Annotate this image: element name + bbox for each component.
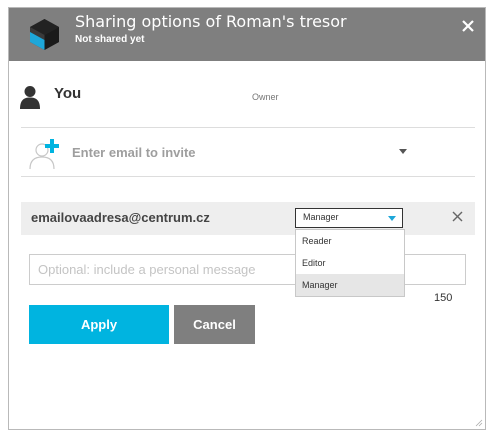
- close-icon[interactable]: [461, 19, 475, 33]
- divider: [21, 176, 475, 177]
- invite-email-input[interactable]: [72, 139, 402, 165]
- chevron-down-icon[interactable]: [399, 149, 407, 154]
- role-option-label: Manager: [302, 280, 338, 290]
- role-option-reader[interactable]: Reader: [296, 230, 404, 252]
- tresor-logo-icon: [30, 19, 59, 50]
- role-dropdown-menu: Reader Editor Manager: [295, 229, 405, 297]
- sharing-dialog: Sharing options of Roman's tresor Not sh…: [8, 7, 486, 430]
- message-char-limit: 150: [434, 292, 453, 304]
- role-option-editor[interactable]: Editor: [296, 252, 404, 274]
- chevron-down-icon: [388, 216, 396, 221]
- role-option-label: Reader: [302, 236, 332, 246]
- role-select[interactable]: Manager: [295, 208, 403, 228]
- cancel-button[interactable]: Cancel: [174, 305, 255, 344]
- member-email: emailovaadresa@centrum.cz: [31, 210, 210, 225]
- owner-role-label: Owner: [252, 92, 279, 102]
- owner-name: You: [54, 85, 82, 102]
- dialog-title: Sharing options of Roman's tresor: [75, 12, 347, 31]
- person-icon: [20, 86, 40, 109]
- close-icon[interactable]: [452, 211, 463, 222]
- member-row: emailovaadresa@centrum.cz Manager: [21, 202, 475, 235]
- add-user-icon: [29, 139, 59, 170]
- owner-row: You Owner: [9, 61, 485, 131]
- role-select-value: Manager: [303, 212, 339, 222]
- invite-row: [21, 128, 475, 176]
- resize-grip-icon[interactable]: [475, 419, 483, 427]
- dialog-header: Sharing options of Roman's tresor Not sh…: [9, 8, 485, 61]
- sharing-status: Not shared yet: [75, 34, 145, 45]
- apply-button[interactable]: Apply: [29, 305, 169, 344]
- role-option-manager[interactable]: Manager: [296, 274, 404, 296]
- role-option-label: Editor: [302, 258, 326, 268]
